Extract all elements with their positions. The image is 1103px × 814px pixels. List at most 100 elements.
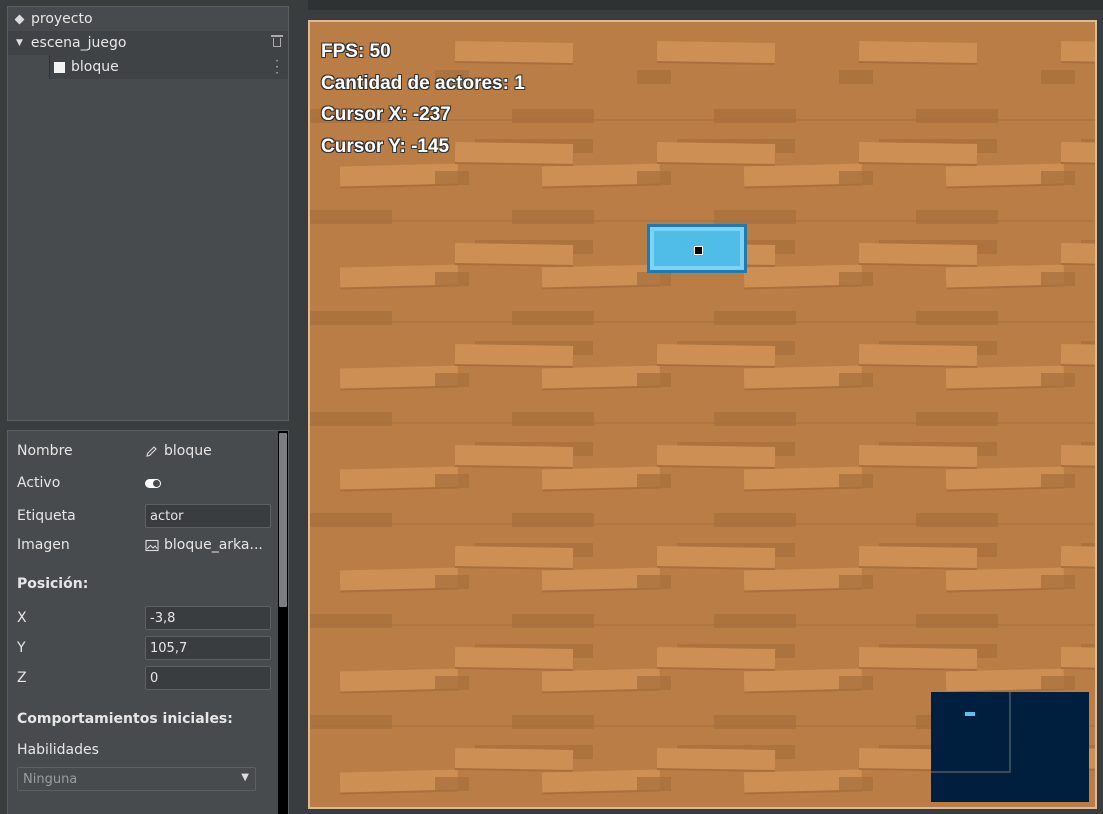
x-label: X	[17, 610, 27, 626]
plank	[454, 242, 574, 266]
actor-pivot-handle[interactable]	[694, 246, 703, 255]
game-canvas[interactable]: FPS: 50 Cantidad de actores: 1 Cursor X:…	[308, 20, 1097, 809]
plank	[1060, 545, 1095, 569]
plank	[858, 343, 978, 367]
plank	[454, 545, 574, 569]
plank	[454, 40, 574, 64]
plank	[1060, 343, 1095, 367]
x-field[interactable]: -3,8	[145, 606, 271, 630]
plank	[656, 646, 776, 670]
image-text: bloque_arka...	[164, 537, 263, 553]
hud-cursor-x: Cursor X: -237	[321, 104, 451, 125]
plank	[656, 444, 776, 468]
tree-item-label: bloque	[71, 59, 119, 75]
plank-shadow	[310, 412, 392, 426]
plank-shadow	[512, 210, 594, 224]
plank	[858, 646, 978, 670]
plank-shadow	[637, 373, 671, 387]
plank-shadow	[637, 575, 671, 589]
plank-shadow	[435, 171, 469, 185]
diamond-icon	[14, 14, 25, 24]
plank-shadow	[916, 513, 998, 527]
plank	[858, 545, 978, 569]
plank-shadow	[435, 676, 469, 690]
plank-shadow	[916, 109, 998, 123]
plank-shadow	[512, 311, 594, 325]
image-value[interactable]: bloque_arka...	[145, 537, 263, 553]
plank-shadow	[512, 412, 594, 426]
block-actor-sprite[interactable]	[647, 224, 747, 273]
plank-shadow	[839, 777, 873, 791]
plank	[454, 141, 574, 165]
minimap[interactable]	[931, 692, 1089, 802]
plank	[454, 343, 574, 367]
trash-icon[interactable]	[271, 35, 283, 48]
plank	[858, 40, 978, 64]
plank-shadow	[839, 474, 873, 488]
image-label: Imagen	[17, 537, 70, 553]
plank	[1060, 444, 1095, 468]
active-toggle[interactable]	[145, 479, 161, 488]
tree-item-actor[interactable]: bloque · · ·	[49, 55, 288, 79]
plank	[1060, 141, 1095, 165]
plank-shadow	[714, 210, 796, 224]
plank-shadow	[435, 575, 469, 589]
chevron-down-icon: ▼	[241, 772, 249, 783]
scrollbar-thumb[interactable]	[279, 433, 287, 607]
plank-shadow	[637, 474, 671, 488]
plank-shadow	[839, 373, 873, 387]
properties-scrollbar[interactable]	[278, 431, 288, 814]
plank-shadow	[839, 676, 873, 690]
plank-shadow	[714, 715, 796, 729]
plank	[656, 343, 776, 367]
plank	[1060, 242, 1095, 266]
y-field[interactable]: 105,7	[145, 636, 271, 660]
plank-shadow	[637, 777, 671, 791]
z-field[interactable]: 0	[145, 666, 271, 690]
caret-down-icon[interactable]: ▼	[16, 38, 23, 48]
plank-shadow	[1041, 70, 1075, 84]
plank	[656, 40, 776, 64]
plank-shadow	[714, 513, 796, 527]
plank-shadow	[839, 272, 873, 286]
plank	[656, 545, 776, 569]
plank-shadow	[916, 412, 998, 426]
plank-shadow	[714, 412, 796, 426]
plank-shadow	[839, 171, 873, 185]
plank-shadow	[512, 513, 594, 527]
plank-shadow	[310, 614, 392, 628]
plank	[454, 747, 574, 771]
more-vertical-icon[interactable]: · · ·	[275, 55, 279, 79]
skills-label: Habilidades	[17, 742, 99, 758]
canvas-gutter	[297, 0, 308, 814]
name-label: Nombre	[17, 443, 73, 459]
plank-shadow	[310, 513, 392, 527]
skills-select[interactable]: Ninguna ▼	[17, 767, 256, 791]
tree-item-label: proyecto	[31, 11, 93, 27]
tag-field[interactable]: actor	[145, 504, 271, 528]
plank-shadow	[637, 676, 671, 690]
plank-shadow	[714, 109, 796, 123]
plank-shadow	[714, 311, 796, 325]
plank-shadow	[839, 70, 873, 84]
plank-shadow	[1041, 373, 1075, 387]
plank-shadow	[512, 715, 594, 729]
name-text: bloque	[164, 443, 212, 459]
plank-shadow	[512, 614, 594, 628]
plank-shadow	[637, 272, 671, 286]
properties-panel: Nombre bloque Activo Etiqueta actor Imag…	[7, 430, 289, 814]
hud-actor-count: Cantidad de actores: 1	[321, 73, 525, 94]
y-label: Y	[17, 640, 26, 656]
tree-item-project[interactable]: proyecto	[8, 7, 288, 31]
tree-item-scene[interactable]: ▼ escena_juego	[8, 31, 288, 55]
plank-shadow	[637, 70, 671, 84]
z-label: Z	[17, 670, 27, 686]
plank-shadow	[714, 614, 796, 628]
plank-shadow	[1041, 575, 1075, 589]
minimap-actor	[965, 712, 975, 716]
name-value[interactable]: bloque	[145, 443, 212, 459]
minimap-viewport[interactable]	[931, 692, 1011, 773]
plank	[1060, 40, 1095, 64]
plank-shadow	[310, 715, 392, 729]
pencil-icon	[146, 445, 157, 457]
